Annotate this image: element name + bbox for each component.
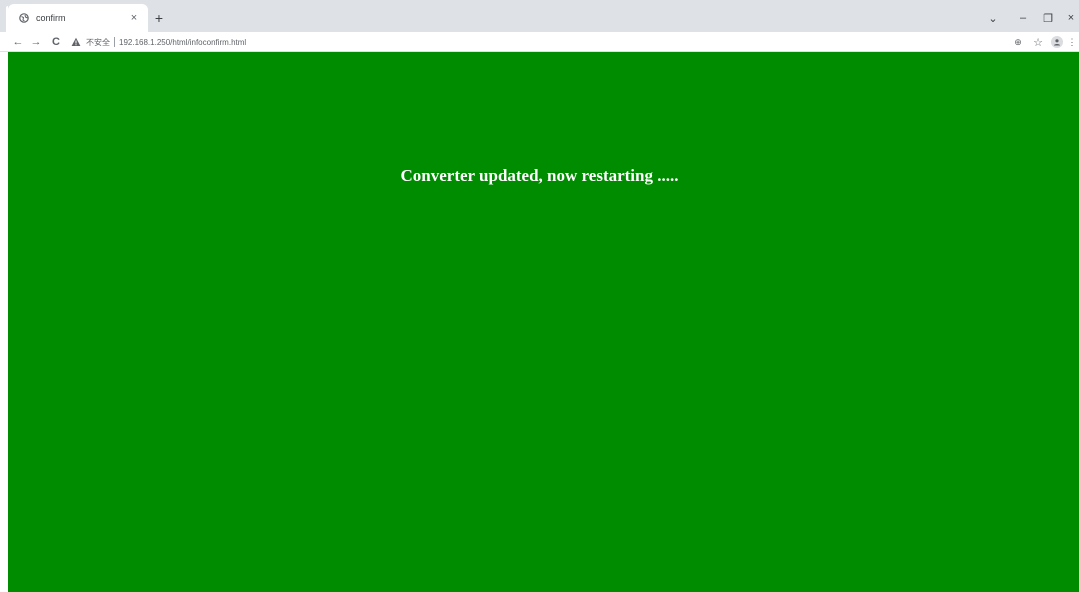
url-text[interactable]: 192.168.1.250/html/infoconfirm.html [119, 38, 246, 47]
menu-icon[interactable]: ⋮ [1067, 34, 1077, 50]
zoom-icon[interactable]: ⊕ [1010, 34, 1026, 50]
close-window-button[interactable]: × [1063, 10, 1079, 26]
tab-title: confirm [36, 13, 66, 23]
tab-strip: confirm × + ⌄ – ❐ × [0, 0, 1079, 32]
back-button[interactable]: ← [10, 34, 26, 50]
bookmark-star-icon[interactable]: ☆ [1030, 34, 1046, 50]
address-bar[interactable]: 不安全 192.168.1.250/html/infoconfirm.html [70, 34, 990, 50]
close-tab-icon[interactable]: × [126, 10, 142, 26]
status-message: Converter updated, now restarting ..... [400, 166, 679, 185]
avatar-icon [1051, 36, 1063, 48]
tab-confirm[interactable]: confirm × [8, 4, 148, 32]
new-tab-button[interactable]: + [151, 10, 167, 26]
security-label[interactable]: 不安全 [86, 37, 110, 48]
globe-icon [18, 12, 30, 24]
omnibox-divider [114, 37, 115, 47]
warning-icon[interactable] [70, 36, 82, 48]
profile-button[interactable] [1049, 34, 1065, 50]
reload-button[interactable]: C [48, 34, 64, 50]
browser-toolbar: ← → C 不安全 192.168.1.250/html/infoconfirm… [0, 32, 1079, 52]
minimize-button[interactable]: – [1015, 10, 1031, 26]
forward-button[interactable]: → [28, 34, 44, 50]
page-viewport: Converter updated, now restarting ..... [8, 52, 1079, 592]
restore-button[interactable]: ❐ [1040, 10, 1056, 26]
tab-search-icon[interactable]: ⌄ [985, 10, 1001, 26]
browser-window: confirm × + ⌄ – ❐ × ← → C 不安全 192.168.1.… [0, 0, 1079, 592]
